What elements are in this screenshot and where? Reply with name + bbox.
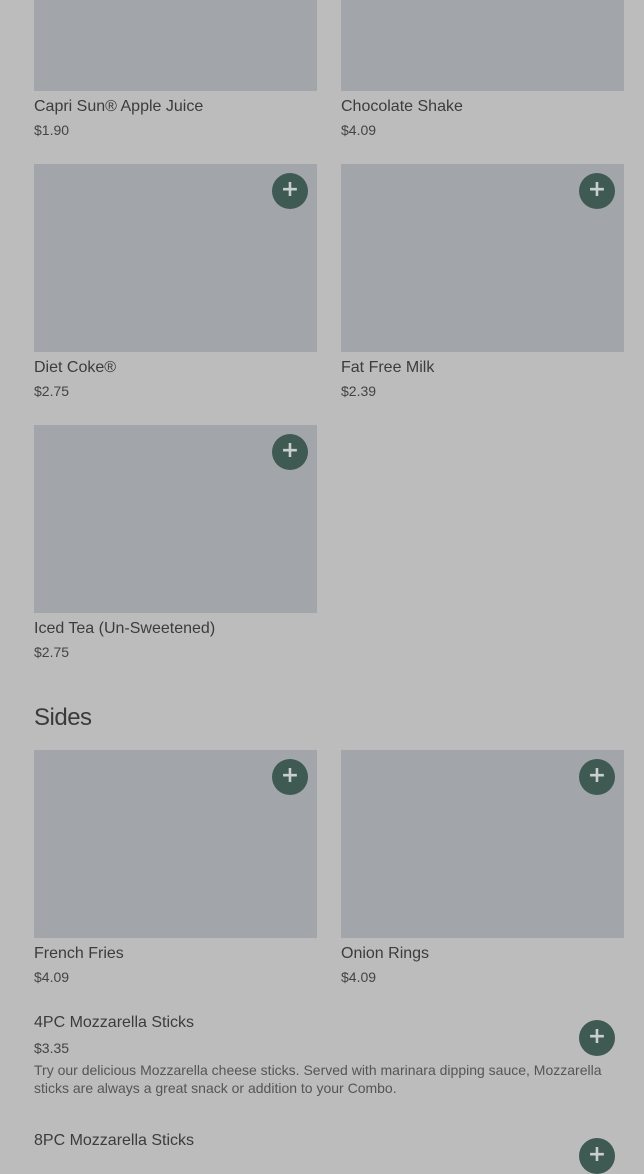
item-name: 8PC Mozzarella Sticks xyxy=(34,1132,195,1149)
menu-item-card[interactable]: Capri Sun® Apple Juice $1.90 xyxy=(34,0,317,139)
item-price: $1.90 xyxy=(34,122,70,138)
item-image: + xyxy=(34,425,317,613)
item-name: Chocolate Shake xyxy=(341,98,463,115)
item-image: + xyxy=(341,750,624,938)
item-price: $4.09 xyxy=(341,969,377,985)
item-name: Fat Free Milk xyxy=(341,359,435,376)
add-item-button[interactable]: + xyxy=(272,173,308,209)
menu-item-card[interactable]: + Onion Rings $4.09 xyxy=(341,750,624,986)
item-name: 4PC Mozzarella Sticks xyxy=(34,1014,195,1031)
item-name: French Fries xyxy=(34,945,124,962)
item-name: Capri Sun® Apple Juice xyxy=(34,98,204,115)
item-price: $2.75 xyxy=(34,383,70,399)
add-item-button[interactable]: + xyxy=(272,759,308,795)
menu-page: Capri Sun® Apple Juice $1.90 Chocolate S… xyxy=(0,0,644,1174)
menu-item-card[interactable]: + Diet Coke® $2.75 xyxy=(34,164,317,400)
item-price: $4.09 xyxy=(341,122,377,138)
menu-item-card[interactable]: + French Fries $4.09 xyxy=(34,750,317,986)
item-image: + xyxy=(34,164,317,352)
item-name: Iced Tea (Un-Sweetened) xyxy=(34,620,216,637)
item-price: $2.39 xyxy=(341,383,377,399)
item-price: $2.75 xyxy=(34,644,70,660)
menu-list-item[interactable]: 4PC Mozzarella Sticks $3.35 Try our deli… xyxy=(34,1013,624,1097)
section-title-sides: Sides xyxy=(34,704,92,731)
menu-item-card[interactable]: + Iced Tea (Un-Sweetened) $2.75 xyxy=(34,425,317,661)
item-description: Try our delicious Mozzarella cheese stic… xyxy=(34,1062,602,1096)
add-item-button[interactable]: + xyxy=(579,1020,615,1056)
item-name: Diet Coke® xyxy=(34,359,117,376)
add-item-button[interactable]: + xyxy=(579,759,615,795)
item-price: $3.35 xyxy=(34,1040,70,1056)
item-image: + xyxy=(341,164,624,352)
item-name: Onion Rings xyxy=(341,945,430,962)
menu-item-card[interactable]: Chocolate Shake $4.09 xyxy=(341,0,624,139)
menu-item-card[interactable]: + Fat Free Milk $2.39 xyxy=(341,164,624,400)
item-image xyxy=(34,0,317,91)
item-image: + xyxy=(34,750,317,938)
item-price: $4.09 xyxy=(34,969,70,985)
add-item-button[interactable]: + xyxy=(579,173,615,209)
add-item-button[interactable]: + xyxy=(272,434,308,470)
item-image xyxy=(341,0,624,91)
add-item-button[interactable]: + xyxy=(579,1138,615,1174)
menu-list-item[interactable]: 8PC Mozzarella Sticks + xyxy=(34,1131,624,1174)
